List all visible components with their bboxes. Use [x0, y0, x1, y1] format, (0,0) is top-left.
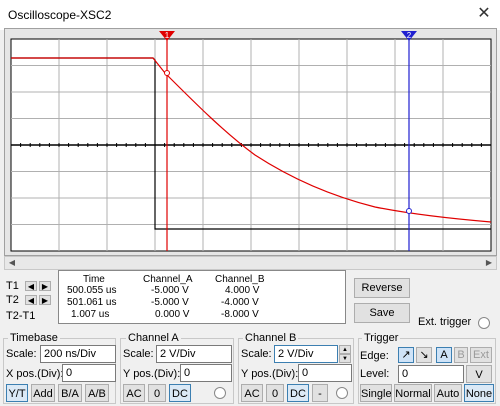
- readout-diff-time: 1.007 us: [71, 309, 110, 320]
- trigger-source-b-button[interactable]: B: [454, 347, 468, 363]
- readout-t1-time: 500.055 us: [67, 285, 117, 296]
- trigger-source-ext-button[interactable]: Ext: [470, 347, 492, 363]
- channel-a-ypos-label: Y pos.(Div):: [123, 368, 181, 380]
- channel-a-gnd-button[interactable]: 0: [148, 384, 166, 402]
- edge-falling-icon[interactable]: ↘: [416, 347, 432, 363]
- channel-a-title: Channel A: [126, 332, 181, 344]
- reverse-button[interactable]: Reverse: [354, 278, 410, 298]
- channel-b-invert-button[interactable]: -: [312, 384, 328, 402]
- channel-b-dc-button[interactable]: DC: [287, 384, 309, 402]
- scroll-right-icon[interactable]: ▶: [482, 257, 496, 269]
- timebase-scale-label: Scale:: [6, 348, 37, 360]
- channel-a-scale-field[interactable]: 2 V/Div: [156, 345, 232, 363]
- t1-label: T1: [6, 280, 19, 292]
- channel-a-ypos-field[interactable]: 0: [180, 364, 232, 382]
- channel-b-terminal[interactable]: [336, 387, 348, 399]
- mode-ba-button[interactable]: B/A: [58, 384, 82, 402]
- channel-b-scale-field[interactable]: 2 V/Div: [274, 345, 338, 363]
- readout-t2-b: -4.000 V: [221, 297, 259, 308]
- mode-add-button[interactable]: Add: [31, 384, 55, 402]
- trigger-level-label: Level:: [360, 368, 390, 380]
- channel-b-ac-button[interactable]: AC: [241, 384, 263, 402]
- channel-b-title: Channel B: [243, 332, 299, 344]
- channel-a-terminal[interactable]: [214, 387, 226, 399]
- trigger-auto-button[interactable]: Auto: [434, 384, 462, 402]
- channel-b-scale-label: Scale:: [241, 348, 272, 360]
- readout-t1-a: -5.000 V: [151, 285, 189, 296]
- trigger-title: Trigger: [362, 332, 401, 344]
- mode-yt-button[interactable]: Y/T: [6, 384, 28, 402]
- channel-a-ac-button[interactable]: AC: [123, 384, 145, 402]
- t1-left-arrow-icon[interactable]: ◀: [25, 281, 37, 291]
- channel-b-scale-down-icon[interactable]: ▼: [339, 354, 351, 363]
- cursor-readout-table: Time Channel_A Channel_B 500.055 us -5.0…: [58, 270, 346, 324]
- ext-trigger-label: Ext. trigger: [418, 316, 472, 328]
- t2-t1-label: T2-T1: [6, 310, 36, 322]
- readout-t2-time: 501.061 us: [67, 297, 117, 308]
- cursor-t1-label[interactable]: 1: [165, 31, 170, 40]
- readout-header-channel-a: Channel_A: [143, 274, 193, 285]
- mode-ab-button[interactable]: A/B: [85, 384, 109, 402]
- readout-header-channel-b: Channel_B: [215, 274, 265, 285]
- trigger-normal-button[interactable]: Normal: [394, 384, 432, 402]
- trigger-edge-label: Edge:: [360, 350, 389, 362]
- trigger-level-unit[interactable]: V: [466, 365, 492, 383]
- t2-left-arrow-icon[interactable]: ◀: [25, 295, 37, 305]
- readout-t2-a: -5.000 V: [151, 297, 189, 308]
- horizontal-scrollbar[interactable]: ◀ ▶: [4, 256, 497, 270]
- edge-rising-icon[interactable]: ↗: [398, 347, 414, 363]
- readout-diff-b: -8.000 V: [221, 309, 259, 320]
- cursor-t1-marker: [164, 70, 170, 76]
- scope-screen[interactable]: 1 2: [5, 29, 496, 255]
- timebase-title: Timebase: [8, 332, 60, 344]
- trigger-level-field[interactable]: 0: [398, 365, 464, 383]
- save-button[interactable]: Save: [354, 303, 410, 323]
- readout-t1-b: 4.000 V: [225, 285, 260, 296]
- scope-display-frame: 1 2: [4, 28, 497, 256]
- readout-header-time: Time: [83, 274, 105, 285]
- channel-b-scale-up-icon[interactable]: ▲: [339, 345, 351, 354]
- channel-a-dc-button[interactable]: DC: [169, 384, 191, 402]
- cursor-t2-label[interactable]: 2: [407, 31, 412, 40]
- ext-trigger-terminal[interactable]: [478, 317, 490, 329]
- timebase-xpos-field[interactable]: 0: [62, 364, 116, 382]
- trigger-source-a-button[interactable]: A: [436, 347, 452, 363]
- trigger-single-button[interactable]: Single: [360, 384, 392, 402]
- scroll-left-icon[interactable]: ◀: [5, 257, 19, 269]
- close-icon[interactable]: ✕: [474, 4, 494, 24]
- trigger-none-button[interactable]: None: [464, 384, 494, 402]
- channel-a-scale-label: Scale:: [123, 348, 154, 360]
- t2-right-arrow-icon[interactable]: ▶: [39, 295, 51, 305]
- timebase-xpos-label: X pos.(Div):: [6, 368, 64, 380]
- t1-right-arrow-icon[interactable]: ▶: [39, 281, 51, 291]
- readout-diff-a: 0.000 V: [155, 309, 190, 320]
- window-title: Oscilloscope-XSC2: [8, 8, 112, 22]
- cursor-t2-marker: [406, 208, 412, 214]
- channel-b-gnd-button[interactable]: 0: [266, 384, 284, 402]
- channel-b-ypos-label: Y pos.(Div):: [241, 368, 299, 380]
- channel-b-ypos-field[interactable]: 0: [298, 364, 352, 382]
- timebase-scale-field[interactable]: 200 ns/Div: [40, 345, 116, 363]
- t2-label: T2: [6, 294, 19, 306]
